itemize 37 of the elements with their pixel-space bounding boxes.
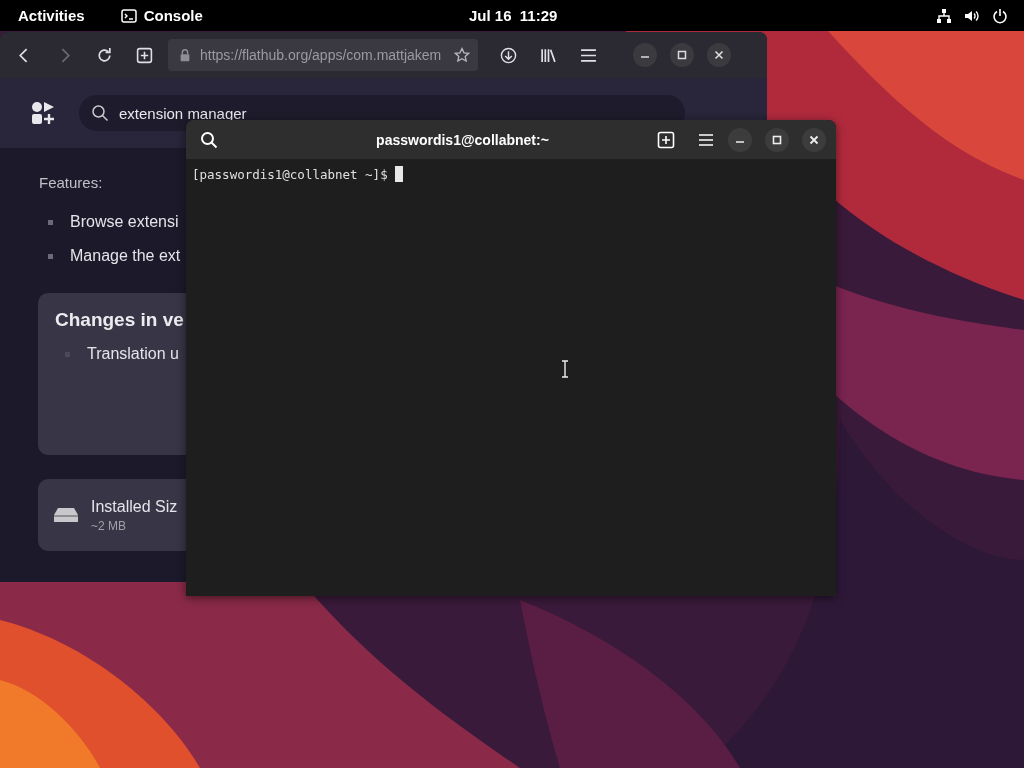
new-tab-button[interactable] xyxy=(136,46,153,64)
drive-icon xyxy=(54,507,78,523)
menu-button[interactable] xyxy=(580,46,597,64)
maximize-button[interactable] xyxy=(670,43,694,67)
library-button[interactable] xyxy=(540,46,557,64)
close-button[interactable] xyxy=(802,127,826,152)
text-cursor xyxy=(394,166,403,182)
feature-text: Browse extensi xyxy=(70,213,179,231)
maximize-button[interactable] xyxy=(765,127,789,152)
downloads-button[interactable] xyxy=(500,46,517,64)
power-icon[interactable] xyxy=(992,7,1008,24)
shell-prompt: [passwordis1@collabnet ~]$ xyxy=(192,166,388,182)
app-menu[interactable]: Console xyxy=(120,7,203,24)
reload-button[interactable] xyxy=(96,46,113,64)
installed-size-value: ~2 MB xyxy=(91,518,127,533)
search-icon xyxy=(91,104,109,122)
changes-title: Changes in ve xyxy=(55,309,185,331)
minimize-button[interactable] xyxy=(728,127,752,152)
close-button[interactable] xyxy=(707,43,731,67)
ibeam-cursor-icon xyxy=(561,360,569,378)
activities-button[interactable]: Activities xyxy=(18,7,85,24)
change-text: Translation u xyxy=(87,345,179,363)
network-icon[interactable] xyxy=(936,7,952,24)
minimize-button[interactable] xyxy=(633,43,657,67)
window-title: passwordis1@collabnet:~ xyxy=(375,131,550,148)
bullet-icon xyxy=(48,253,53,259)
installed-size-label: Installed Siz xyxy=(91,497,178,516)
lock-icon xyxy=(178,48,192,62)
address-bar[interactable]: https://flathub.org/apps/com.mattjakem xyxy=(168,39,478,71)
bookmark-star-icon[interactable] xyxy=(454,47,470,63)
bullet-icon xyxy=(48,219,53,225)
features-label: Features: xyxy=(39,174,103,191)
terminal-icon xyxy=(120,7,137,24)
app-logo-icon[interactable] xyxy=(31,101,55,125)
clock[interactable]: Jul 16 11:29 xyxy=(469,7,558,24)
feature-text: Manage the ext xyxy=(70,247,181,265)
search-button[interactable] xyxy=(200,130,218,149)
